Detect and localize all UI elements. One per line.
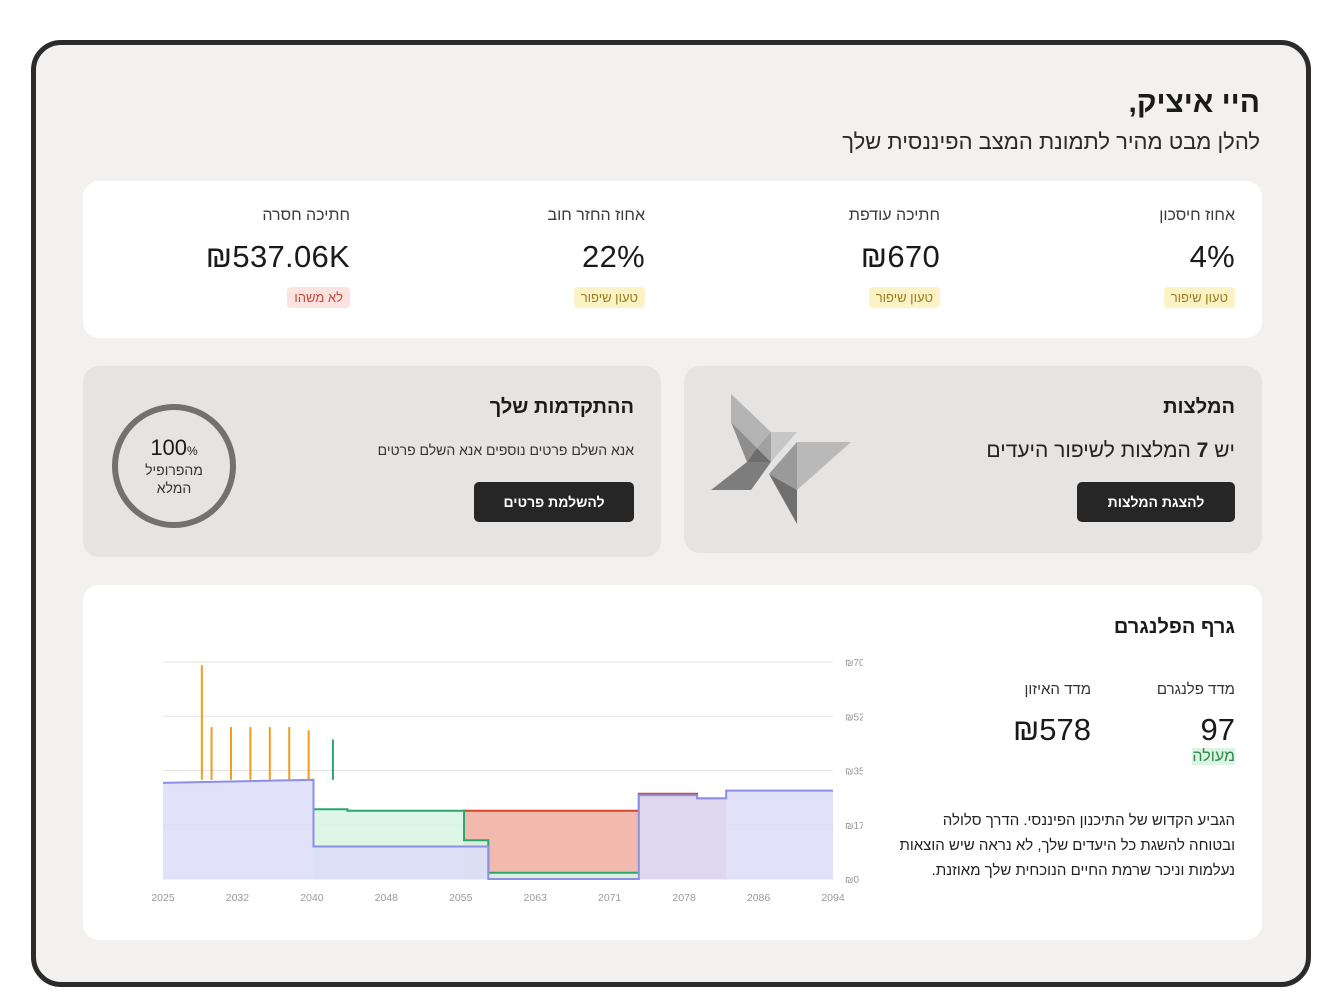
y-tick-label: ₪35K [845,767,863,778]
plangram-chart: ₪0 ₪17.5K ₪35K ₪52.5K ₪70K 2025 2032 2040 2048 20… [151,658,863,904]
stat-savings-rate: אחוז חיסכון 4% טעון שיפור [1005,207,1235,308]
metric-label: מדד האיזון [1024,681,1091,698]
stat-surplus: חתיכה עודפת ₪670 טעון שיפור [710,207,940,308]
x-tick-label: 2086 [747,892,771,904]
profile-percent: 100% [150,435,197,461]
complete-details-button[interactable]: להשלמת פרטים [474,482,634,522]
recommendations-desc-prefix: יש [1214,439,1235,462]
recommendations-desc-suffix: המלצות לשיפור היעדים [986,439,1191,462]
profile-percent-value: 100 [150,435,188,460]
graph-description: הגביע הקדוש של התיכנון הפיננסי. הדרך סלו… [899,812,1236,879]
x-tick-label: 2025 [151,892,175,904]
stat-label: אחוז חיסכון [1159,207,1235,224]
stat-value: ₪670 [860,239,940,274]
x-tick-label: 2071 [598,892,622,904]
recommendations-desc: יש 7 המלצות לשיפור היעדים [986,439,1235,463]
y-tick-label: ₪52.5K [845,712,863,723]
greeting: היי איציק, להלן מבט מהיר לתמונת המצב הפי… [842,85,1260,155]
x-tick-label: 2094 [821,892,845,904]
plangram-index: מדד פלנגרם 97 מעולה [1157,681,1235,766]
status-badge: טעון שיפור [868,287,940,308]
dashboard-frame: היי איציק, להלן מבט מהיר לתמונת המצב הפי… [31,40,1311,987]
progress-title: ההתקדמות שלך [489,396,634,418]
stats-card: אחוז חיסכון 4% טעון שיפור חתיכה עודפת ₪6… [83,181,1262,338]
progress-panel: ההתקדמות שלך אנא השלם פרטים נוספים אנא ה… [83,366,661,557]
x-tick-label: 2040 [300,892,324,904]
status-badge: טעון שיפור [573,287,645,308]
profile-percent-caption: מהפרופיל המלא [145,462,203,496]
y-tick-label: ₪17.5K [845,821,863,832]
y-tick-label: ₪70K [845,658,863,669]
graph-title: גרף הפלנגרם [1113,616,1235,638]
stat-debt-ratio: אחוז החזר חוב 22% טעון שיפור [415,207,645,308]
status-badge: לא משהו [287,287,350,308]
plangram-graph-card: גרף הפלנגרם מדד פלנגרם 97 מעולה מדד האיז… [83,585,1262,940]
x-tick-label: 2048 [375,892,399,904]
profile-progress-label: 100% מהפרופיל המלא [110,402,238,530]
metric-value: ₪578 [1012,712,1091,747]
greeting-subtitle: להלן מבט מהיר לתמונת המצב הפיננסית שלך [842,129,1260,154]
x-tick-label: 2063 [524,892,548,904]
origami-logo-icon [711,394,851,524]
progress-desc: אנא השלם פרטים נוספים אנא השלם פרטים [377,442,634,458]
balance-index: מדד האיזון ₪578 [1013,681,1091,748]
stat-label: חתיכה עודפת [848,207,940,224]
show-recommendations-button[interactable]: להצגת המלצות [1077,482,1235,522]
recommendations-panel: המלצות יש 7 המלצות לשיפור היעדים להצגת ה… [684,366,1262,553]
y-tick-label: ₪0 [845,875,859,886]
recommendations-title: המלצות [1163,396,1235,418]
recommendations-count: 7 [1196,439,1209,462]
metric-value: 97 [1200,712,1235,747]
x-tick-label: 2055 [449,892,473,904]
stat-label: אחוז החזר חוב [547,207,645,224]
status-badge: טעון שיפור [1163,287,1235,308]
metric-label: מדד פלנגרם [1156,681,1235,698]
x-tick-label: 2078 [672,892,696,904]
stat-value: 4% [1189,239,1235,274]
status-badge: מעולה [1192,748,1235,765]
greeting-title: היי איציק, [1128,86,1261,119]
stat-label: חתיכה חסרה [262,207,350,224]
stat-shortfall: חתיכה חסרה ₪537.06K לא משהו [120,207,350,308]
x-tick-label: 2032 [226,892,250,904]
stat-value: 22% [582,239,645,274]
stat-value: ₪537.06K [205,239,350,274]
profile-percent-sign: % [187,444,198,458]
